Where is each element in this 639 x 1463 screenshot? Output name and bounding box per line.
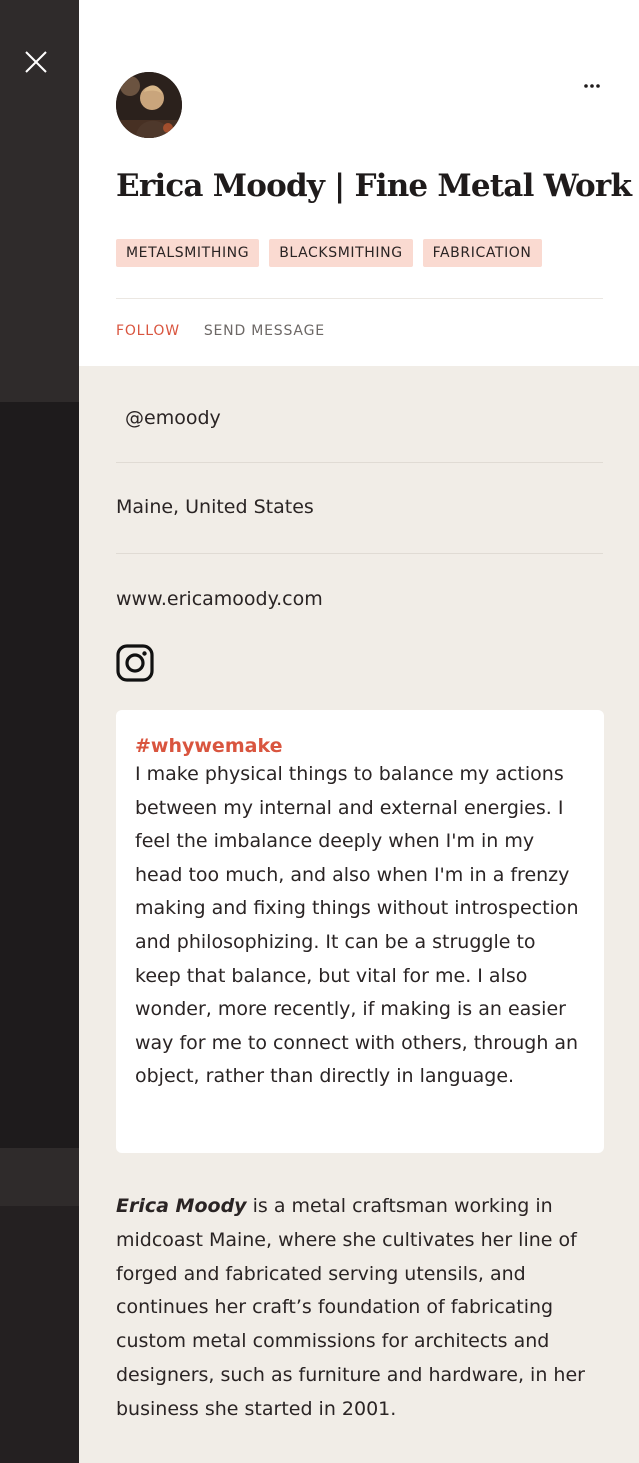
bio-name: Erica Moody xyxy=(116,1195,247,1217)
send-message-button[interactable]: SEND MESSAGE xyxy=(204,323,325,339)
more-icon xyxy=(584,84,600,88)
bio: Erica Moody is a metal craftsman working… xyxy=(116,1190,606,1427)
close-icon xyxy=(25,51,47,73)
website-link[interactable]: www.ericamoody.com xyxy=(116,588,323,610)
whywemake-hashtag[interactable]: #whywemake xyxy=(135,734,585,758)
profile-title: Erica Moody | Fine Metal Work xyxy=(116,168,632,204)
profile-actions: FOLLOW SEND MESSAGE xyxy=(116,323,325,339)
tag-metalsmithing[interactable]: METALSMITHING xyxy=(116,239,260,267)
close-button[interactable] xyxy=(20,46,52,78)
instagram-link[interactable] xyxy=(116,644,154,682)
backdrop xyxy=(0,0,79,1463)
profile-header: Erica Moody | Fine Metal Work METALSMITH… xyxy=(79,0,639,366)
avatar xyxy=(116,72,182,138)
avatar-image xyxy=(116,72,182,138)
whywemake-card: #whywemake I make physical things to bal… xyxy=(116,710,604,1153)
tag-fabrication[interactable]: FABRICATION xyxy=(422,239,542,267)
more-button[interactable] xyxy=(580,76,604,96)
divider xyxy=(116,553,603,554)
profile-location: Maine, United States xyxy=(116,496,314,518)
tag-list: METALSMITHING BLACKSMITHING FABRICATION xyxy=(116,239,542,267)
bio-text: is a metal craftsman working in midcoast… xyxy=(116,1195,585,1420)
whywemake-text: I make physical things to balance my act… xyxy=(135,763,579,1088)
follow-button[interactable]: FOLLOW xyxy=(116,323,180,339)
divider xyxy=(116,298,603,299)
profile-panel: Erica Moody | Fine Metal Work METALSMITH… xyxy=(79,0,639,1463)
profile-handle: @emoody xyxy=(125,407,221,429)
backdrop-block xyxy=(0,1148,79,1206)
tag-blacksmithing[interactable]: BLACKSMITHING xyxy=(269,239,413,267)
instagram-icon xyxy=(116,644,154,682)
backdrop-block xyxy=(0,402,79,1148)
divider xyxy=(116,462,603,463)
backdrop-block xyxy=(0,1206,79,1463)
